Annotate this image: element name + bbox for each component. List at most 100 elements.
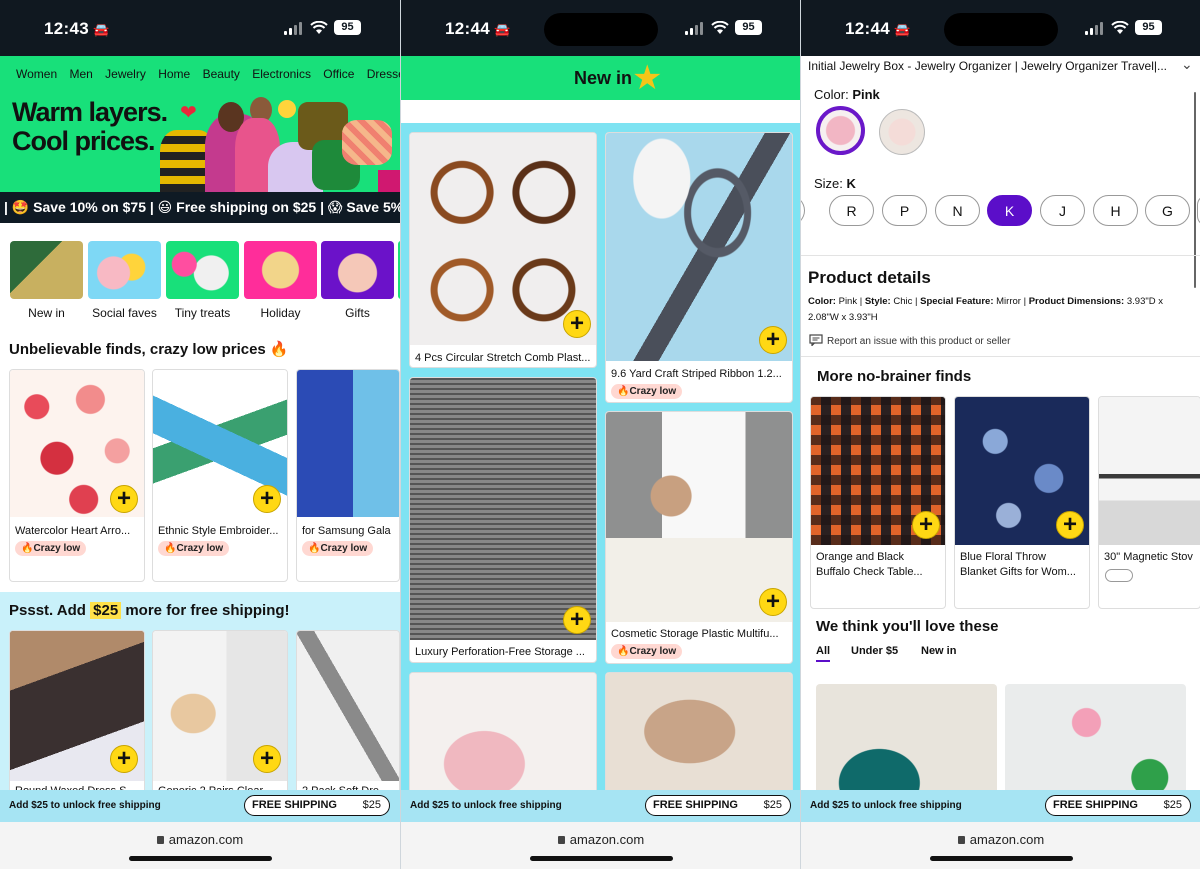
- size-option-h[interactable]: H: [1093, 195, 1138, 226]
- product-card[interactable]: + Luxury Perforation-Free Storage ...: [409, 377, 597, 663]
- home-indicator[interactable]: [530, 856, 673, 861]
- free-shipping-bar[interactable]: Add $25 to unlock free shipping FREE SHI…: [801, 790, 1200, 822]
- toggle-icon[interactable]: [1105, 569, 1133, 582]
- product-title: 4 Pcs Circular Stretch Comb Plast...: [415, 352, 591, 364]
- category-social-faves[interactable]: Social faves: [88, 241, 161, 320]
- add-to-cart-button[interactable]: +: [759, 326, 787, 354]
- phone-screen-product: 12:44 🚘 95 Initial Jewelry Box - Jewelry …: [800, 0, 1200, 869]
- category-image: [166, 241, 239, 299]
- add-to-cart-button[interactable]: +: [912, 511, 940, 539]
- nav-dresses[interactable]: Dresses: [367, 67, 400, 81]
- size-option-j[interactable]: J: [1040, 195, 1085, 226]
- product-card[interactable]: + Watercolor Heart Arro... 🔥Crazy low: [9, 369, 145, 582]
- product-card[interactable]: [409, 672, 597, 802]
- scrollbar[interactable]: [1194, 92, 1196, 288]
- add-to-cart-button[interactable]: +: [110, 745, 138, 773]
- product-card[interactable]: + 9.6 Yard Craft Striped Ribbon 1.2... 🔥…: [605, 132, 793, 403]
- free-shipping-bar[interactable]: Add $25 to unlock free shipping FREE SHI…: [401, 790, 800, 822]
- free-shipping-pill[interactable]: FREE SHIPPING $25: [1045, 795, 1191, 816]
- home-indicator[interactable]: [930, 856, 1073, 861]
- url-bar[interactable]: amazon.com: [0, 822, 400, 869]
- hero-banner[interactable]: Warm layers. Cool prices. ❤: [0, 92, 400, 192]
- add-to-cart-button[interactable]: +: [1056, 511, 1084, 539]
- report-issue-link[interactable]: Report an issue with this product or sel…: [809, 334, 1010, 347]
- add-to-cart-button[interactable]: +: [253, 745, 281, 773]
- status-bar: 12:44 🚘 95: [401, 0, 800, 56]
- category-new-in[interactable]: New in: [10, 241, 83, 320]
- product-image: [606, 673, 792, 801]
- free-shipping-section: Pssst. Add $25 more for free shipping! +…: [0, 592, 400, 800]
- free-shipping-bar[interactable]: Add $25 to unlock free shipping FREE SHI…: [0, 790, 400, 822]
- product-card[interactable]: + Ethnic Style Embroider... 🔥Crazy low: [152, 369, 288, 582]
- size-option-prev[interactable]: [801, 195, 805, 226]
- nav-electronics[interactable]: Electronics: [252, 67, 311, 81]
- phone-screen-home: 12:43 🚘 95 Women Men Jewelry Home Beauty …: [0, 0, 400, 869]
- product-card[interactable]: + Generic 2 Pairs Clear...: [152, 630, 288, 800]
- add-to-cart-button[interactable]: +: [253, 485, 281, 513]
- hero-line2: Cool prices.: [12, 126, 156, 156]
- url-bar[interactable]: amazon.com: [801, 822, 1200, 869]
- nav-men[interactable]: Men: [69, 67, 92, 81]
- color-swatch-alt[interactable]: [879, 109, 925, 155]
- product-card[interactable]: 30" Magnetic Stov: [1098, 396, 1200, 609]
- car-icon: 🚘: [493, 22, 511, 37]
- product-image: [606, 133, 792, 361]
- free-shipping-pill[interactable]: FREE SHIPPING $25: [244, 795, 390, 816]
- car-icon: 🚘: [92, 22, 110, 37]
- product-card[interactable]: [605, 672, 793, 802]
- section-title-crazy-low: Unbelievable finds, crazy low prices 🔥: [9, 341, 289, 358]
- size-option-g[interactable]: G: [1145, 195, 1190, 226]
- chevron-down-icon[interactable]: ⌄: [1181, 56, 1193, 73]
- color-swatch-pink[interactable]: [816, 106, 865, 155]
- product-card[interactable]: + 4 Pcs Circular Stretch Comb Plast...: [409, 132, 597, 368]
- size-selector: R P N K J H G: [801, 195, 1200, 228]
- category-tiny-treats[interactable]: Tiny treats: [166, 241, 239, 320]
- dynamic-island: [544, 13, 658, 46]
- add-to-cart-button[interactable]: +: [759, 588, 787, 616]
- product-image: [410, 378, 596, 640]
- category-holiday[interactable]: Holiday: [244, 241, 317, 320]
- battery-icon: 95: [334, 20, 361, 35]
- product-title: for Samsung Gala: [302, 525, 391, 537]
- product-title: 9.6 Yard Craft Striped Ribbon 1.2...: [611, 368, 782, 380]
- free-shipping-pill[interactable]: FREE SHIPPING $25: [645, 795, 791, 816]
- product-card[interactable]: for Samsung Gala 🔥Crazy low: [296, 369, 400, 582]
- product-title-bar[interactable]: Initial Jewelry Box - Jewelry Organizer …: [801, 56, 1200, 78]
- add-to-cart-button[interactable]: +: [563, 310, 591, 338]
- status-time: 12:44: [445, 19, 490, 38]
- product-card[interactable]: 2 Pack Soft Dress...: [296, 630, 400, 800]
- size-option-k[interactable]: K: [987, 195, 1032, 226]
- nav-home[interactable]: Home: [158, 67, 190, 81]
- product-card[interactable]: [816, 684, 997, 794]
- url-bar[interactable]: amazon.com: [401, 822, 800, 869]
- product-title-line1: Orange and Black: [816, 551, 905, 563]
- size-option-r[interactable]: R: [829, 195, 874, 226]
- category-gifts[interactable]: Gifts: [321, 241, 394, 320]
- status-bar: 12:44 🚘 95: [801, 0, 1200, 56]
- nav-office[interactable]: Office: [323, 67, 354, 81]
- nav-jewelry[interactable]: Jewelry: [105, 67, 146, 81]
- tab-all[interactable]: All: [816, 645, 830, 657]
- product-card[interactable]: + Blue Floral Throw Blanket Gifts for Wo…: [954, 396, 1090, 609]
- tab-new-in[interactable]: New in: [921, 645, 956, 657]
- size-option-n[interactable]: N: [935, 195, 980, 226]
- product-card[interactable]: + Round Waxed Dress S...: [9, 630, 145, 800]
- more-finds-title: More no-brainer finds: [817, 368, 972, 385]
- category-nav: Women Men Jewelry Home Beauty Electronic…: [0, 56, 400, 92]
- promo-ticker[interactable]: | 🤩 Save 10% on $75 | 😃 Free shipping on…: [0, 192, 400, 223]
- product-card[interactable]: + Orange and Black Buffalo Check Table..…: [810, 396, 946, 609]
- hero-line1: Warm layers.: [12, 97, 168, 127]
- product-card[interactable]: + Cosmetic Storage Plastic Multifu... 🔥C…: [605, 411, 793, 664]
- size-option-p[interactable]: P: [882, 195, 927, 226]
- product-card[interactable]: [1005, 684, 1186, 794]
- nav-women[interactable]: Women: [16, 67, 57, 81]
- add-to-cart-button[interactable]: +: [563, 606, 591, 634]
- nav-beauty[interactable]: Beauty: [203, 67, 240, 81]
- home-indicator[interactable]: [129, 856, 272, 861]
- add-to-cart-button[interactable]: +: [110, 485, 138, 513]
- category-carousel: New in Social faves Tiny treats Holiday …: [10, 241, 400, 321]
- color-value: Pink: [852, 87, 880, 102]
- wifi-icon: [711, 21, 729, 34]
- tab-under-5[interactable]: Under $5: [851, 645, 898, 657]
- category-image: [88, 241, 161, 299]
